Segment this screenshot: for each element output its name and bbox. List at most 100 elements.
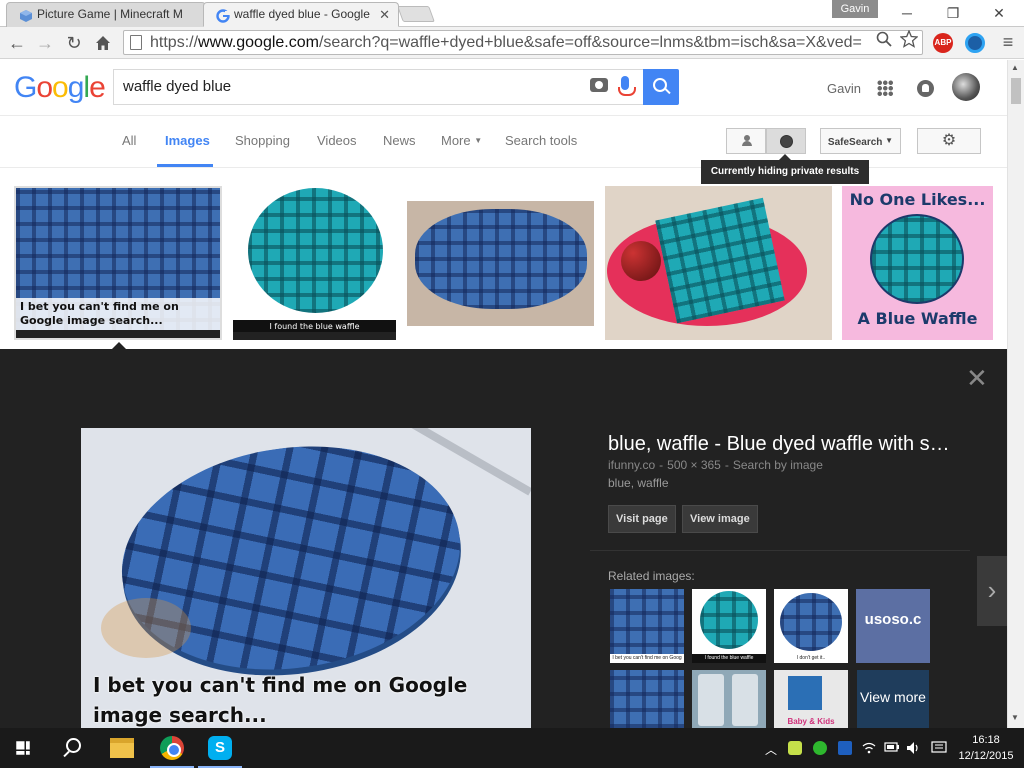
browser-tab-google[interactable]: waffle dyed blue - Google ✕ bbox=[203, 2, 399, 27]
visit-page-button[interactable]: Visit page bbox=[608, 505, 676, 533]
view-image-button[interactable]: View image bbox=[682, 505, 758, 533]
restore-icon[interactable]: ❐ bbox=[930, 0, 976, 26]
tab-videos[interactable]: Videos bbox=[317, 133, 357, 148]
window-close-icon[interactable]: ✕ bbox=[976, 0, 1022, 26]
avatar[interactable] bbox=[952, 73, 980, 101]
blue-waffle-image bbox=[780, 593, 842, 651]
tab-close-icon[interactable]: ✕ bbox=[379, 3, 390, 26]
related-caption: I found the blue waffle bbox=[692, 654, 766, 663]
windows-start-icon[interactable] bbox=[16, 741, 30, 755]
profile-badge[interactable]: Gavin bbox=[832, 0, 878, 18]
volume-icon[interactable] bbox=[906, 741, 920, 758]
settings-button[interactable]: ⚙ bbox=[917, 128, 981, 154]
image-result[interactable]: I found the blue waffle bbox=[233, 186, 396, 340]
preview-caption: I bet you can't find me on Google image … bbox=[93, 673, 468, 727]
tab-search-tools[interactable]: Search tools bbox=[505, 133, 577, 148]
scroll-thumb[interactable] bbox=[1011, 78, 1021, 104]
tray-expand-icon[interactable]: ︿ bbox=[765, 741, 777, 758]
globe-icon bbox=[780, 135, 793, 148]
related-images-label: Related images: bbox=[608, 569, 695, 583]
divider bbox=[590, 550, 970, 551]
related-image[interactable] bbox=[610, 670, 684, 728]
image-caption: I bet you can't find me on Google image … bbox=[16, 298, 220, 330]
preview-title[interactable]: blue, waffle - Blue dyed waffle with s… bbox=[608, 433, 950, 456]
url-host: www.google.com bbox=[198, 34, 319, 51]
microphone-icon[interactable] bbox=[618, 76, 636, 96]
related-image[interactable]: I found the blue waffle bbox=[692, 589, 766, 663]
selected-indicator bbox=[112, 342, 126, 349]
tray-sync-icon[interactable] bbox=[813, 741, 827, 755]
camera-icon[interactable] bbox=[590, 78, 608, 92]
related-image[interactable] bbox=[692, 670, 766, 728]
minimize-icon[interactable]: ─ bbox=[884, 0, 930, 26]
tab-shopping[interactable]: Shopping bbox=[235, 133, 290, 148]
adblock-plus-icon[interactable]: ABP bbox=[933, 33, 953, 53]
related-caption: I don't get it.. bbox=[774, 654, 848, 663]
tab-all[interactable]: All bbox=[122, 133, 136, 148]
address-bar[interactable]: https://www.google.com/search?q=waffle+d… bbox=[123, 30, 923, 55]
chrome-menu-icon[interactable]: ≡ bbox=[997, 31, 1019, 53]
image-result[interactable] bbox=[605, 186, 832, 340]
search-button[interactable] bbox=[643, 69, 679, 105]
image-result[interactable]: No One Likes... A Blue Waffle bbox=[842, 186, 993, 340]
watermark-bar bbox=[16, 330, 220, 338]
preview-image[interactable]: I bet you can't find me on Google image … bbox=[81, 428, 531, 728]
wifi-icon[interactable] bbox=[862, 741, 876, 758]
related-image[interactable]: I bet you can't find me on Goog bbox=[610, 589, 684, 663]
notification-center-icon[interactable] bbox=[931, 741, 947, 758]
back-arrow-icon[interactable]: ← bbox=[6, 32, 28, 54]
tray-app-icon[interactable] bbox=[838, 741, 852, 755]
teal-waffle-image bbox=[248, 188, 383, 313]
gear-icon: ⚙ bbox=[941, 132, 957, 149]
related-image[interactable]: usoso.c bbox=[856, 589, 930, 663]
view-more-button[interactable]: View more bbox=[857, 670, 929, 728]
windows-taskbar: S ︿ 16:18 12/12/2015 bbox=[0, 728, 1024, 768]
notifications-icon[interactable] bbox=[917, 80, 934, 97]
new-tab-button[interactable] bbox=[397, 6, 435, 22]
home-icon[interactable] bbox=[92, 32, 114, 54]
search-magnifier-icon[interactable] bbox=[876, 30, 896, 47]
image-result[interactable]: I bet you can't find me on Google image … bbox=[14, 186, 222, 340]
source-link[interactable]: ifunny.co bbox=[608, 458, 655, 472]
browser-tab-minecraft[interactable]: Picture Game | Minecraft M bbox=[6, 2, 206, 27]
search-input[interactable]: waffle dyed blue bbox=[113, 69, 644, 105]
person-icon bbox=[742, 135, 752, 146]
battery-icon[interactable] bbox=[884, 741, 900, 756]
active-tab-underline bbox=[157, 164, 213, 167]
apps-grid-icon[interactable] bbox=[877, 80, 893, 96]
extension-eye-icon[interactable] bbox=[965, 33, 985, 53]
close-icon[interactable]: ✕ bbox=[966, 363, 988, 394]
chrome-icon[interactable] bbox=[160, 736, 184, 760]
taskbar-clock[interactable]: 16:18 12/12/2015 bbox=[955, 732, 1017, 764]
next-image-arrow-icon[interactable]: › bbox=[977, 556, 1007, 626]
related-image[interactable]: Baby & Kids bbox=[774, 670, 848, 728]
private-results-tooltip: Currently hiding private results bbox=[701, 154, 869, 184]
safesearch-dropdown[interactable]: SafeSearch ▼ bbox=[820, 128, 901, 154]
scroll-down-arrow-icon[interactable]: ▼ bbox=[1011, 713, 1019, 722]
tab-images[interactable]: Images bbox=[165, 133, 210, 148]
bookmark-star-icon[interactable] bbox=[899, 29, 919, 48]
google-logo[interactable]: Google bbox=[14, 71, 106, 105]
skype-icon[interactable]: S bbox=[208, 736, 232, 760]
image-result[interactable] bbox=[407, 201, 594, 326]
tray-app-icon[interactable] bbox=[788, 741, 802, 755]
sad-waffle-image bbox=[870, 214, 964, 304]
reload-icon[interactable]: ↻ bbox=[63, 32, 85, 54]
file-explorer-icon[interactable] bbox=[110, 738, 134, 758]
related-image[interactable]: I don't get it.. bbox=[774, 589, 848, 663]
scrollbar[interactable]: ▲ ▼ bbox=[1007, 60, 1024, 728]
tab-title: Picture Game | Minecraft M bbox=[37, 7, 183, 21]
tab-news[interactable]: News bbox=[383, 133, 416, 148]
preview-meta: ifunny.co -500 × 365- Search by image bbox=[608, 458, 823, 472]
user-name[interactable]: Gavin bbox=[827, 81, 861, 96]
scroll-up-arrow-icon[interactable]: ▲ bbox=[1011, 63, 1019, 72]
safesearch-label: SafeSearch bbox=[827, 137, 883, 148]
personal-results-button[interactable] bbox=[726, 128, 766, 154]
omnibox-icons bbox=[876, 29, 919, 48]
search-by-image-link[interactable]: Search by image bbox=[733, 458, 823, 472]
tab-more[interactable]: More ▼ bbox=[441, 133, 482, 148]
preview-tags: blue, waffle bbox=[608, 476, 669, 490]
hide-private-results-button[interactable] bbox=[766, 128, 806, 154]
taskbar-search-icon[interactable] bbox=[62, 736, 86, 760]
forward-arrow-icon[interactable]: → bbox=[34, 32, 56, 54]
